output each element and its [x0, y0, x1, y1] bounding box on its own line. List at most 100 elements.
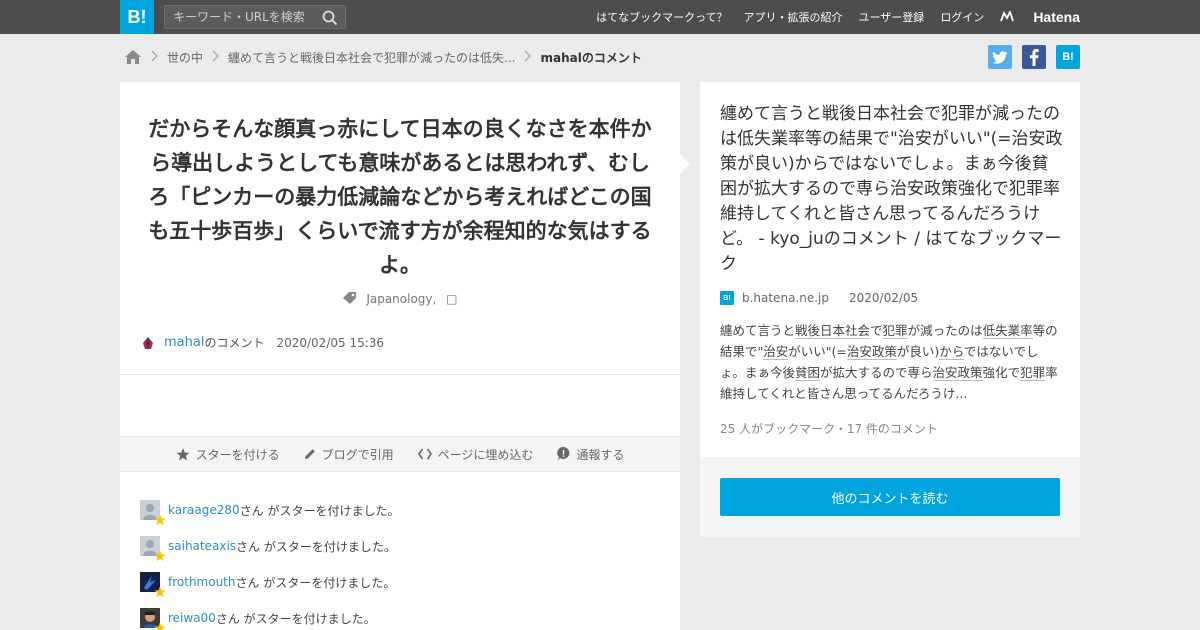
- star-icon: [154, 550, 166, 562]
- star-icon: [154, 586, 166, 598]
- summary-text: 強化で: [982, 365, 1021, 380]
- summary-text: 纏めて言うと: [720, 323, 796, 338]
- facebook-share-button[interactable]: [1022, 45, 1046, 69]
- search-icon[interactable]: [321, 9, 339, 27]
- keyword-link[interactable]: 戦後日本社会: [795, 323, 871, 339]
- avatar[interactable]: [140, 572, 166, 598]
- top-bar: B! はてなブックマークって？ アプリ・拡張の紹介 ユーザー登録 ログイン Ha…: [0, 0, 1200, 34]
- embed-label: ページに埋め込む: [437, 447, 534, 462]
- report-label: 通報する: [576, 447, 625, 462]
- hatena-mark-icon: [1000, 11, 1015, 22]
- star-suffix: さん がスターを付けました。: [215, 611, 376, 626]
- entry-card: 纏めて言うと戦後日本社会で犯罪が減ったのは低失業率等の結果で"治安がいい"(=治…: [700, 82, 1080, 537]
- report-button[interactable]: 通報する: [557, 446, 624, 463]
- home-icon[interactable]: [124, 49, 142, 65]
- blog-quote-label: ブログで引用: [321, 447, 394, 462]
- entry-card-footer: 他のコメントを読む: [700, 457, 1080, 537]
- star-icon: [154, 622, 166, 630]
- avatar[interactable]: [140, 500, 166, 526]
- nav-about[interactable]: はてなブックマークって？: [596, 9, 727, 25]
- keyword-link[interactable]: 治安政策: [932, 365, 983, 381]
- add-star-label: スターを付ける: [195, 447, 280, 462]
- comment-text: だからそんな顔真っ赤にして日本の良くなさを本件から導出しようとしても意味があると…: [148, 117, 652, 277]
- twitter-icon: [992, 50, 1008, 64]
- nav-register[interactable]: ユーザー登録: [859, 9, 925, 25]
- star-user-link[interactable]: frothmouth: [168, 575, 236, 589]
- star-suffix: さん がスターを付けました。: [239, 503, 400, 518]
- list-item: frothmouth さん がスターを付けました。: [140, 564, 660, 600]
- comment-tags: Japanology, □: [120, 291, 680, 306]
- list-item: reiwa00 さん がスターを付けました。: [140, 600, 660, 630]
- bookmark-count[interactable]: 25 人がブックマーク・17 件のコメント: [720, 420, 938, 437]
- avatar[interactable]: [140, 334, 156, 351]
- star-list: karaage280 さん がスターを付けました。 saihateaxis さん…: [140, 492, 660, 630]
- nav-apps[interactable]: アプリ・拡張の紹介: [744, 9, 843, 25]
- header-nav: はてなブックマークって？ アプリ・拡張の紹介 ユーザー登録 ログイン Haten…: [580, 0, 1080, 34]
- hatena-logo-text: Hatena: [1033, 9, 1080, 25]
- breadcrumb-current: mahalのコメント: [540, 50, 642, 65]
- search-input[interactable]: [165, 6, 315, 28]
- breadcrumb-entry[interactable]: 纏めて言うと戦後日本社会で犯罪が減ったのは低失...: [228, 49, 515, 66]
- list-item: saihateaxis さん がスターを付けました。: [140, 528, 660, 564]
- read-other-comments-button[interactable]: 他のコメントを読む: [720, 478, 1060, 516]
- facebook-icon: [1029, 48, 1039, 66]
- breadcrumb-category[interactable]: 世の中: [167, 49, 203, 66]
- search-box[interactable]: [164, 5, 346, 29]
- keyword-link[interactable]: 治安: [763, 344, 789, 360]
- comment-author: mahal のコメント 2020/02/05 15:36: [140, 334, 384, 351]
- summary-text: が良い): [896, 344, 940, 359]
- star-user-link[interactable]: saihateaxis: [168, 539, 236, 553]
- comment-date[interactable]: 2020/02/05 15:36: [276, 336, 384, 350]
- card-pointer: [680, 154, 690, 174]
- summary-text: で: [870, 323, 883, 338]
- embed-button[interactable]: ページに埋め込む: [417, 446, 534, 463]
- chevron-right-icon: [151, 50, 158, 65]
- tag-extra[interactable]: □: [446, 292, 457, 306]
- avatar[interactable]: [140, 536, 166, 562]
- comment-card: だからそんな顔真っ赤にして日本の良くなさを本件から導出しようとしても意味があると…: [120, 82, 680, 630]
- hatena-logo[interactable]: Hatena: [1000, 9, 1080, 25]
- star-icon: [175, 447, 190, 460]
- hatena-bookmark-share-button[interactable]: B!: [1056, 45, 1080, 69]
- breadcrumb: 世の中 纏めて言うと戦後日本社会で犯罪が減ったのは低失... mahalのコメン…: [124, 46, 642, 68]
- entry-date: 2020/02/05: [849, 291, 919, 305]
- avatar[interactable]: [140, 608, 166, 630]
- twitter-share-button[interactable]: [988, 45, 1012, 69]
- star-suffix: さん がスターを付けました。: [235, 575, 396, 590]
- keyword-link[interactable]: 犯罪: [882, 323, 908, 339]
- star-icon: [154, 514, 166, 526]
- star-user-link[interactable]: karaage280: [168, 503, 240, 517]
- share-buttons: B!: [978, 45, 1080, 69]
- keyword-link[interactable]: 貧困: [795, 365, 821, 381]
- summary-text: がいい"(=: [788, 344, 847, 359]
- summary-text: が減ったのは: [907, 323, 983, 338]
- tag-icon: [343, 292, 357, 304]
- tag-link[interactable]: Japanology,: [366, 292, 436, 306]
- nav-login[interactable]: ログイン: [940, 9, 984, 25]
- entry-site[interactable]: b.hatena.ne.jp: [742, 291, 829, 305]
- chevron-right-icon: [524, 50, 532, 65]
- chevron-right-icon: [212, 50, 220, 65]
- add-star-button[interactable]: スターを付ける: [175, 446, 280, 463]
- entry-source: B! b.hatena.ne.jp 2020/02/05: [720, 291, 918, 305]
- list-item: karaage280 さん がスターを付けました。: [140, 492, 660, 528]
- blog-quote-button[interactable]: ブログで引用: [304, 446, 394, 463]
- divider: [120, 374, 680, 375]
- report-icon: [557, 447, 570, 461]
- keyword-link[interactable]: 犯罪: [1020, 365, 1046, 381]
- hatena-bookmark-favicon-icon: B!: [720, 291, 734, 305]
- entry-summary: 纏めて言うと戦後日本社会で犯罪が減ったのは低失業率等の結果で"治安がいい"(=治…: [720, 320, 1062, 404]
- hatena-bookmark-logo[interactable]: B!: [120, 0, 154, 34]
- star-user-link[interactable]: reiwa00: [168, 611, 216, 625]
- keyword-link[interactable]: から: [939, 344, 964, 360]
- code-icon: [417, 448, 432, 460]
- pencil-icon: [304, 449, 315, 459]
- star-suffix: さん がスターを付けました。: [236, 539, 396, 554]
- author-name[interactable]: mahal: [164, 335, 204, 350]
- action-bar: スターを付ける ブログで引用 ページに埋め込む 通報する: [120, 436, 680, 472]
- summary-text: が拡大するので専ら: [820, 365, 933, 380]
- keyword-link[interactable]: 低失業率: [982, 323, 1033, 339]
- author-suffix: のコメント: [204, 336, 265, 350]
- entry-title[interactable]: 纏めて言うと戦後日本社会で犯罪が減ったのは低失業率等の結果で"治安がいい"(=治…: [720, 102, 1065, 277]
- keyword-link[interactable]: 治安政策: [846, 344, 897, 360]
